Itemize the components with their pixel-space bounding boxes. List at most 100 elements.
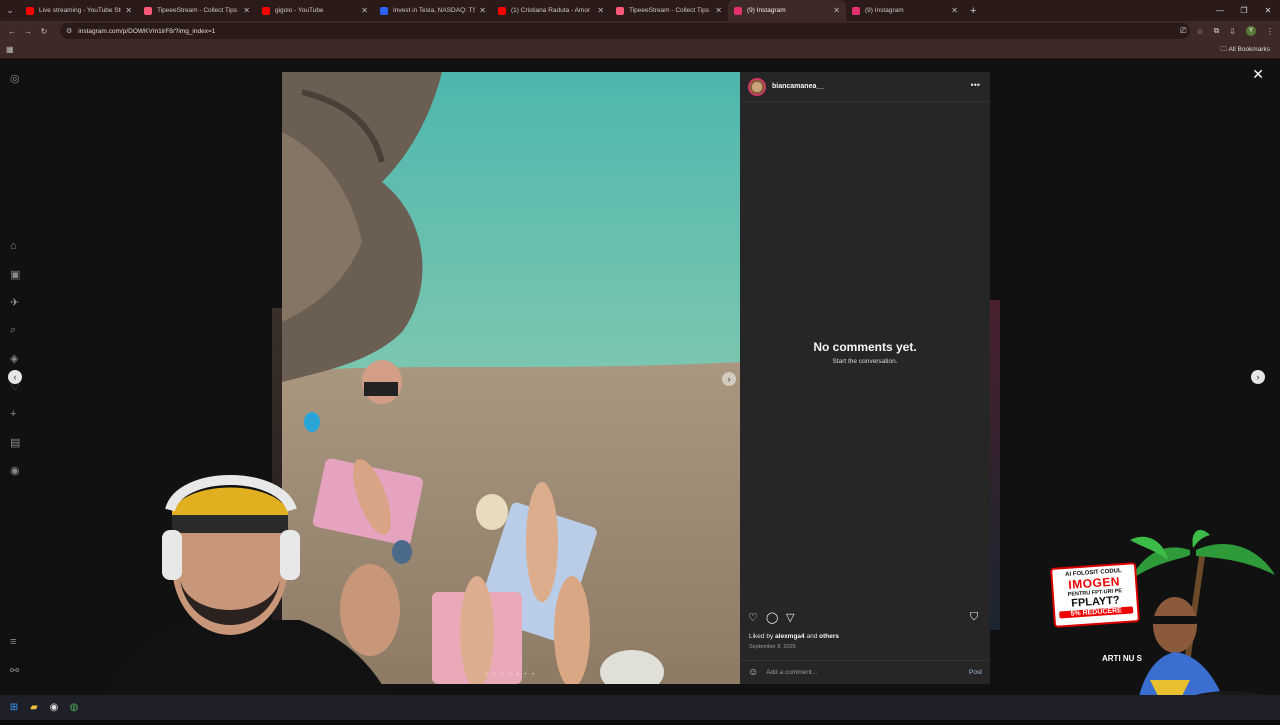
tab-search-icon[interactable]: ⌄ [0, 0, 20, 21]
url-text: instagram.com/p/DOWKVm1irF8/?img_index=1 [78, 27, 216, 35]
share-icon[interactable]: ▽ [786, 611, 794, 624]
start-icon[interactable]: ⊞ [4, 702, 24, 713]
feed-background-right [990, 300, 1000, 630]
forward-icon[interactable]: → [20, 27, 36, 36]
reels-icon[interactable]: ▣ [10, 268, 20, 281]
browser-tab[interactable]: TipeeeStream - Collect Tips with ✕ [138, 0, 256, 21]
tab-title: gigolo - YouTube [275, 7, 324, 14]
author-username[interactable]: biancamanea__ [772, 83, 824, 90]
tipeee-icon [144, 6, 152, 15]
apps-icon[interactable]: ▦ [6, 45, 14, 54]
tipeee-icon [616, 6, 624, 15]
more-menu-icon[interactable]: ≡ [10, 636, 16, 648]
instagram-icon [734, 6, 742, 15]
browser-tab[interactable]: TipeeeStream - Collect Tips with ✕ [610, 0, 728, 21]
liked-by: Liked by alexmga4 and others [749, 633, 839, 640]
trading-icon [380, 6, 388, 15]
site-info-icon[interactable]: ⚙ [66, 27, 72, 35]
tab-strip: Live streaming - YouTube Studio✕ TipeeeSt… [20, 0, 964, 21]
promo-card: AI FOLOSIT CODUL IMOGEN PENTRU FPT-URI P… [1050, 562, 1140, 628]
empty-comments: No comments yet. Start the conversation. [740, 340, 990, 365]
messages-icon[interactable]: ✈ [10, 296, 19, 309]
home-icon[interactable]: ⌂ [10, 240, 17, 252]
liked-by-and: and [806, 633, 818, 640]
address-bar-row: ← → ↻ ⚙ instagram.com/p/DOWKVm1irF8/?img… [0, 21, 1280, 41]
comment-box: ☺ Add a comment... Post [740, 660, 990, 684]
cast-icon[interactable]: ⎚ [1180, 26, 1186, 36]
close-tab-icon[interactable]: ✕ [833, 6, 840, 15]
also-from-meta-icon[interactable]: ⚯ [10, 664, 19, 677]
browser-tab[interactable]: Live streaming - YouTube Studio ✕ [20, 0, 138, 21]
browser-tab[interactable]: Invest in Tesla, NASDAQ: TSLA✕ [374, 0, 492, 21]
all-bookmarks-link[interactable]: 🗀 All Bookmarks [1221, 45, 1271, 56]
browser-tab[interactable]: (9) Instagram ✕ [728, 0, 846, 21]
search-icon[interactable]: ⌕ [10, 324, 16, 337]
tab-title: Invest in Tesla, NASDAQ: TSLA [393, 7, 476, 14]
post-header: biancamanea__ ••• [740, 72, 990, 102]
emoji-icon[interactable]: ☺ [748, 667, 758, 678]
close-tab-icon[interactable]: ✕ [479, 6, 486, 15]
new-tab-button[interactable]: + [970, 5, 976, 17]
post-side-panel: biancamanea__ ••• No comments yet. Start… [740, 72, 990, 684]
window-controls: — ❐ ✕ [1208, 0, 1280, 21]
liked-by-user[interactable]: alexmga4 [775, 633, 805, 640]
instagram-icon [852, 6, 860, 15]
post-comment-button[interactable]: Post [969, 669, 982, 676]
youtube-icon [26, 6, 34, 15]
previous-post-icon[interactable]: ‹ [8, 370, 22, 384]
save-icon[interactable]: ⛉ [970, 611, 978, 624]
close-tab-icon[interactable]: ✕ [951, 6, 958, 15]
close-tab-icon[interactable]: ✕ [125, 6, 132, 15]
post-date: September 8, 2025 [749, 644, 796, 650]
windows-taskbar: ⊞ ▰ ◉ ◍ [0, 695, 1280, 720]
maximize-icon[interactable]: ❐ [1232, 0, 1256, 21]
profile-avatar[interactable]: Y [1246, 26, 1256, 36]
close-tab-icon[interactable]: ✕ [243, 6, 250, 15]
file-explorer-icon[interactable]: ▰ [24, 702, 44, 713]
browser-tab[interactable]: gigolo - YouTube ✕ [256, 0, 374, 21]
menu-icon[interactable]: ⋮ [1266, 27, 1274, 36]
create-icon[interactable]: + [10, 408, 16, 420]
extensions-icon[interactable]: ⧉ [1214, 26, 1220, 36]
address-bar[interactable]: ⚙ instagram.com/p/DOWKVm1irF8/?img_index… [60, 23, 1190, 39]
author-avatar[interactable] [748, 77, 766, 96]
comment-icon[interactable]: ◯ [766, 611, 778, 624]
instagram-logo-icon[interactable]: ◎ [10, 72, 20, 85]
explore-icon[interactable]: ◈ [10, 352, 18, 365]
back-icon[interactable]: ← [4, 27, 20, 36]
dashboard-icon[interactable]: ▤ [10, 436, 20, 449]
profile-icon[interactable]: ◉ [10, 464, 20, 477]
youtube-icon [498, 6, 506, 15]
close-tab-icon[interactable]: ✕ [597, 6, 604, 15]
toolbar-right: ⎚ ☆ ⧉ ⇩ Y ⋮ [1180, 21, 1274, 41]
tab-title: (1) Cristiana Raduta - Amor [511, 7, 591, 14]
bookmarks-bar: ▦ 🗀 All Bookmarks [0, 41, 1280, 59]
obs-icon[interactable]: ◉ [44, 702, 64, 713]
next-post-icon[interactable]: › [1251, 370, 1265, 384]
close-tab-icon[interactable]: ✕ [715, 6, 722, 15]
like-icon[interactable]: ♡ [748, 611, 758, 624]
no-comments-subtitle: Start the conversation. [832, 358, 898, 365]
promo-bottom-text: ARTI NU S [1102, 654, 1142, 663]
downloads-icon[interactable]: ⇩ [1229, 27, 1236, 36]
no-comments-title: No comments yet. [813, 340, 917, 354]
close-tab-icon[interactable]: ✕ [361, 6, 368, 15]
minimize-icon[interactable]: — [1208, 0, 1232, 21]
next-image-icon[interactable]: › [722, 372, 736, 386]
browser-tab[interactable]: (1) Cristiana Raduta - Amor ✕ [492, 0, 610, 21]
tab-title: TipeeeStream - Collect Tips with [157, 7, 239, 14]
streamer-webcam [80, 470, 420, 720]
reload-icon[interactable]: ↻ [36, 27, 52, 36]
tab-bar: ⌄ Live streaming - YouTube Studio✕ Tipeee… [0, 0, 1280, 21]
more-options-icon[interactable]: ••• [971, 80, 980, 90]
close-modal-icon[interactable]: ✕ [1252, 66, 1264, 83]
comment-input[interactable]: Add a comment... [766, 669, 969, 676]
close-window-icon[interactable]: ✕ [1256, 0, 1280, 21]
liked-by-prefix: Liked by [749, 633, 774, 640]
liked-by-others[interactable]: others [819, 633, 839, 640]
promo-overlay: AI FOLOSIT CODUL IMOGEN PENTRU FPT-URI P… [1040, 530, 1280, 720]
browser-tab[interactable]: (9) Instagram ✕ [846, 0, 964, 21]
bookmark-star-icon[interactable]: ☆ [1196, 27, 1203, 36]
all-bookmarks-label: All Bookmarks [1228, 46, 1270, 53]
chrome-icon[interactable]: ◍ [64, 702, 84, 713]
